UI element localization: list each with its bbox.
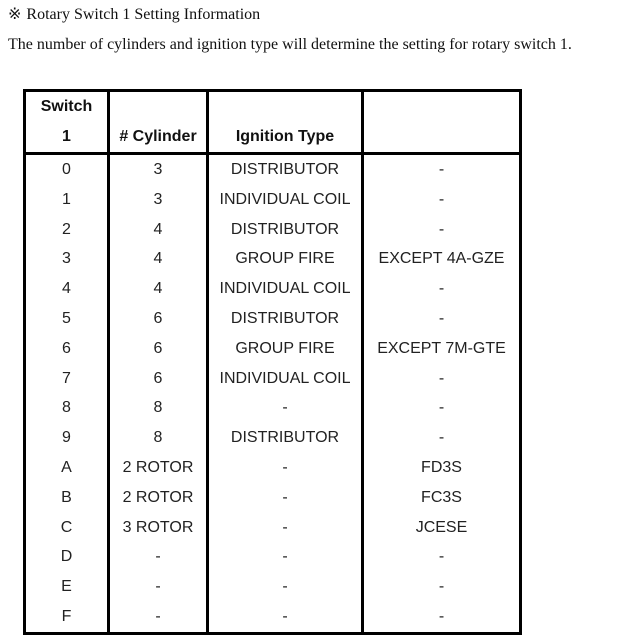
cell-cylinder: 8 bbox=[107, 393, 209, 424]
cell-ignition-type: DISTRIBUTOR bbox=[206, 214, 364, 245]
table-row: D--- bbox=[23, 542, 522, 573]
header-cylinder: # Cylinder bbox=[107, 90, 209, 155]
table-row: 5 6 DISTRIBUTOR - bbox=[23, 303, 522, 334]
cell-switch: D bbox=[23, 542, 110, 573]
cell-note: - bbox=[361, 184, 522, 215]
cell-note: - bbox=[361, 274, 522, 304]
table-row: 6 6 GROUP FIRE EXCEPT 7M-GTE bbox=[23, 333, 522, 364]
cell-note: EXCEPT 4A-GZE bbox=[361, 244, 522, 275]
rotary-switch-table: Switch 1 # Cylinder Ignition Type 0 3 DIST… bbox=[23, 89, 522, 635]
cell-cylinder: 2 ROTOR bbox=[107, 452, 209, 483]
section-heading: ※ Rotary Switch 1 Setting Information bbox=[8, 5, 260, 25]
cell-switch: 8 bbox=[23, 393, 110, 424]
cell-ignition-type: - bbox=[206, 452, 364, 483]
cell-note: FD3S bbox=[361, 452, 522, 483]
cell-cylinder: 8 bbox=[107, 423, 209, 453]
cell-switch: 1 bbox=[23, 184, 110, 215]
cell-cylinder: 3 bbox=[107, 184, 209, 215]
cell-note: - bbox=[361, 393, 522, 424]
table-header-row: Switch 1 # Cylinder Ignition Type bbox=[23, 90, 522, 155]
cell-ignition-type: - bbox=[206, 572, 364, 602]
table-row: 88-- bbox=[23, 393, 522, 424]
table-row: C3 ROTOR - JCESE bbox=[23, 512, 522, 543]
cell-note: FC3S bbox=[361, 482, 522, 513]
header-switch-line1: Switch bbox=[40, 98, 93, 115]
header-switch: Switch 1 bbox=[23, 90, 110, 155]
cell-ignition-type: DISTRIBUTOR bbox=[206, 303, 364, 334]
cell-switch: F bbox=[23, 601, 110, 634]
cell-note: - bbox=[361, 572, 522, 602]
header-ignition-type: Ignition Type bbox=[206, 90, 364, 155]
table-row: 9 8 DISTRIBUTOR - bbox=[23, 423, 522, 453]
cell-note: - bbox=[361, 153, 522, 185]
cell-switch: 6 bbox=[23, 333, 110, 364]
cell-note: JCESE bbox=[361, 512, 522, 543]
cell-note: - bbox=[361, 542, 522, 573]
cell-cylinder: 4 bbox=[107, 244, 209, 275]
table-row: 3 4 GROUP FIRE EXCEPT 4A-GZE bbox=[23, 244, 522, 275]
cell-switch: 7 bbox=[23, 363, 110, 394]
cell-note: EXCEPT 7M-GTE bbox=[361, 333, 522, 364]
cell-ignition-type: INDIVIDUAL COIL bbox=[206, 274, 364, 304]
cell-cylinder: 4 bbox=[107, 274, 209, 304]
cell-ignition-type: - bbox=[206, 482, 364, 513]
cell-switch: 5 bbox=[23, 303, 110, 334]
intro-paragraph: The number of cylinders and ignition typ… bbox=[8, 36, 572, 53]
cell-switch: 9 bbox=[23, 423, 110, 453]
cell-cylinder: 4 bbox=[107, 214, 209, 245]
cell-ignition-type: DISTRIBUTOR bbox=[206, 423, 364, 453]
reference-mark-icon: ※ bbox=[8, 6, 22, 23]
cell-switch: 0 bbox=[23, 153, 110, 185]
cell-cylinder: - bbox=[107, 542, 209, 573]
table-row: 2 4 DISTRIBUTOR - bbox=[23, 214, 522, 245]
cell-cylinder: 2 ROTOR bbox=[107, 482, 209, 513]
table-row: 4 4 INDIVIDUAL COIL - bbox=[23, 274, 522, 304]
cell-note: - bbox=[361, 423, 522, 453]
cell-cylinder: 3 ROTOR bbox=[107, 512, 209, 543]
table-row: 1 3 INDIVIDUAL COIL - bbox=[23, 184, 522, 215]
cell-ignition-type: INDIVIDUAL COIL bbox=[206, 184, 364, 215]
cell-ignition-type: GROUP FIRE bbox=[206, 333, 364, 364]
cell-ignition-type: - bbox=[206, 601, 364, 634]
table-row: 0 3 DISTRIBUTOR - bbox=[23, 153, 522, 185]
cell-cylinder: - bbox=[107, 601, 209, 634]
cell-switch: 4 bbox=[23, 274, 110, 304]
cell-switch: 3 bbox=[23, 244, 110, 275]
cell-note: - bbox=[361, 214, 522, 245]
header-note bbox=[361, 90, 522, 155]
cell-cylinder: - bbox=[107, 572, 209, 602]
cell-switch: A bbox=[23, 452, 110, 483]
section-heading-text: Rotary Switch 1 Setting Information bbox=[26, 6, 261, 23]
table-row: A2 ROTOR - FD3S bbox=[23, 452, 522, 483]
cell-switch: B bbox=[23, 482, 110, 513]
header-switch-line2: 1 bbox=[62, 128, 71, 145]
cell-ignition-type: INDIVIDUAL COIL bbox=[206, 363, 364, 394]
cell-cylinder: 6 bbox=[107, 333, 209, 364]
cell-ignition-type: - bbox=[206, 542, 364, 573]
cell-ignition-type: - bbox=[206, 512, 364, 543]
cell-cylinder: 6 bbox=[107, 303, 209, 334]
cell-note: - bbox=[361, 601, 522, 634]
cell-switch: C bbox=[23, 512, 110, 543]
cell-cylinder: 6 bbox=[107, 363, 209, 394]
table-row: F--- bbox=[23, 601, 522, 634]
cell-ignition-type: - bbox=[206, 393, 364, 424]
cell-ignition-type: DISTRIBUTOR bbox=[206, 153, 364, 185]
cell-ignition-type: GROUP FIRE bbox=[206, 244, 364, 275]
table-row: 7 6 INDIVIDUAL COIL - bbox=[23, 363, 522, 394]
cell-note: - bbox=[361, 363, 522, 394]
table-row: E--- bbox=[23, 572, 522, 602]
cell-switch: 2 bbox=[23, 214, 110, 245]
cell-cylinder: 3 bbox=[107, 153, 209, 185]
table-body: 0 3 DISTRIBUTOR -1 3 INDIVIDUAL COIL -2 4 DISTRI… bbox=[23, 153, 522, 634]
cell-note: - bbox=[361, 303, 522, 334]
cell-switch: E bbox=[23, 572, 110, 602]
table-row: B2 ROTOR - FC3S bbox=[23, 482, 522, 513]
